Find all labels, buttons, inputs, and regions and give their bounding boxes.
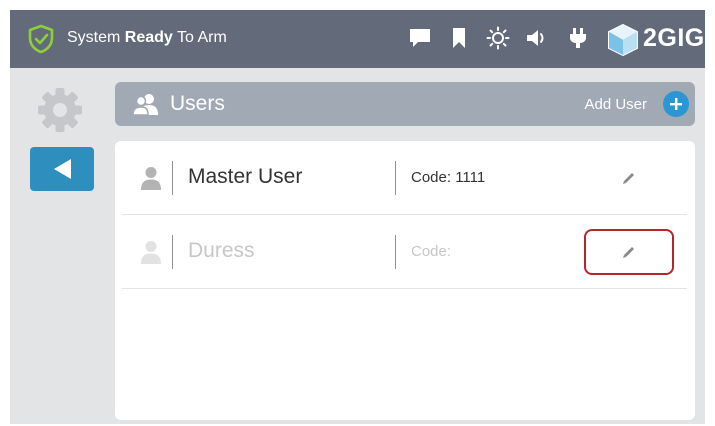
2gig-cube-logo (608, 23, 638, 57)
divider (172, 235, 173, 269)
user-row-master[interactable]: Master User Code: 1111 (122, 141, 687, 215)
divider (395, 235, 396, 269)
users-header: Users Add User (115, 82, 695, 126)
back-button[interactable] (30, 147, 94, 191)
brand-logo: 2GIG (606, 21, 704, 57)
back-arrow-icon (54, 159, 71, 179)
divider (395, 161, 396, 195)
user-icon (141, 241, 161, 264)
message-icon[interactable] (407, 26, 433, 50)
screen: System Ready To Arm 2GIG Users Add User … (10, 10, 705, 424)
user-name: Master User (188, 165, 303, 188)
status-bar: System Ready To Arm 2GIG (10, 10, 705, 68)
add-user-button[interactable]: Add User (584, 90, 689, 118)
status-suffix: To Arm (172, 29, 227, 46)
divider (172, 161, 173, 195)
edit-user-button[interactable] (584, 155, 674, 201)
status-emphasis: Ready (124, 29, 173, 46)
users-icon (132, 94, 158, 116)
power-plug-icon[interactable] (567, 26, 589, 50)
volume-icon[interactable] (525, 26, 551, 50)
user-name: Duress (188, 239, 255, 262)
shield-check-icon (28, 24, 54, 54)
pencil-icon (623, 173, 634, 184)
brightness-icon[interactable] (485, 26, 511, 50)
status-prefix: System (67, 29, 125, 46)
arm-status: System Ready To Arm (67, 29, 227, 47)
user-code: Code: 1111 (411, 169, 486, 186)
user-icon (141, 167, 161, 190)
user-code: Code: (411, 243, 452, 260)
brand-name: 2GIG (643, 24, 705, 52)
user-row-duress[interactable]: Duress Code: (122, 215, 687, 289)
gear-icon[interactable] (37, 87, 83, 133)
add-user-label: Add User (584, 95, 647, 113)
pencil-icon (623, 247, 634, 258)
user-list: Master User Code: 1111 Duress Code: (115, 141, 695, 420)
bookmark-icon[interactable] (450, 26, 468, 50)
page-title: Users (170, 92, 225, 115)
plus-icon (663, 91, 689, 117)
edit-user-button[interactable] (584, 229, 674, 275)
